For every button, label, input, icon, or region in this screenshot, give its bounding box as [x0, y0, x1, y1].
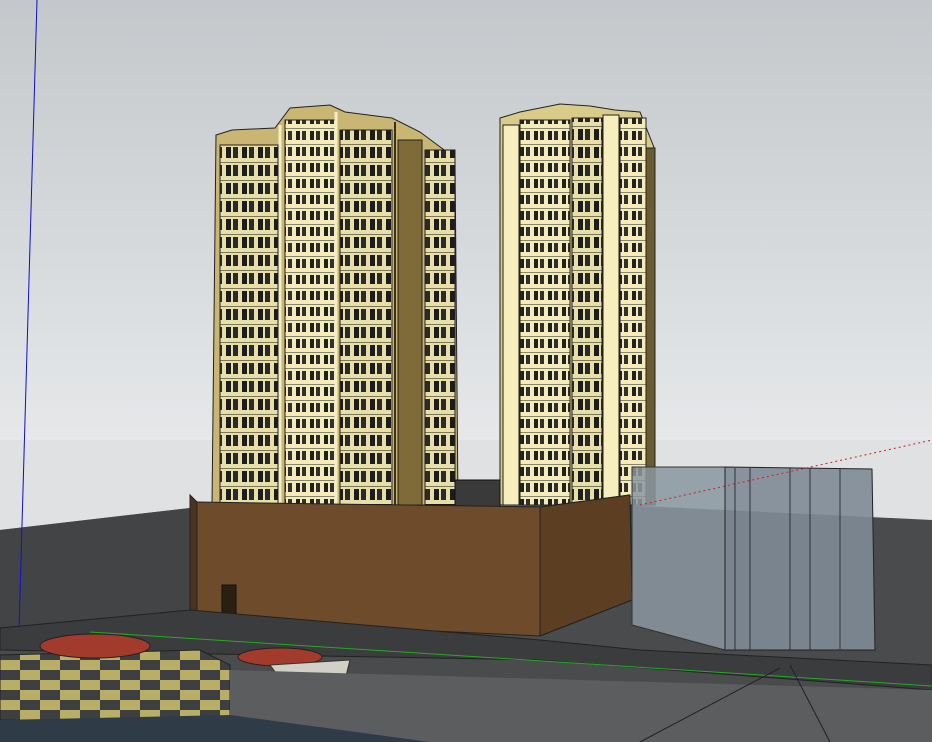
plaza-red-circle-1 — [39, 633, 151, 659]
tower-left — [211, 104, 459, 506]
model-canvas[interactable] — [0, 0, 932, 742]
podium-block — [189, 493, 633, 637]
plaza-checker — [0, 649, 231, 721]
sketchup-viewport[interactable] — [0, 0, 932, 742]
glass-block-left — [631, 466, 726, 651]
tower-right — [499, 103, 656, 506]
glass-block-right — [724, 466, 876, 651]
sky-background — [0, 0, 932, 445]
